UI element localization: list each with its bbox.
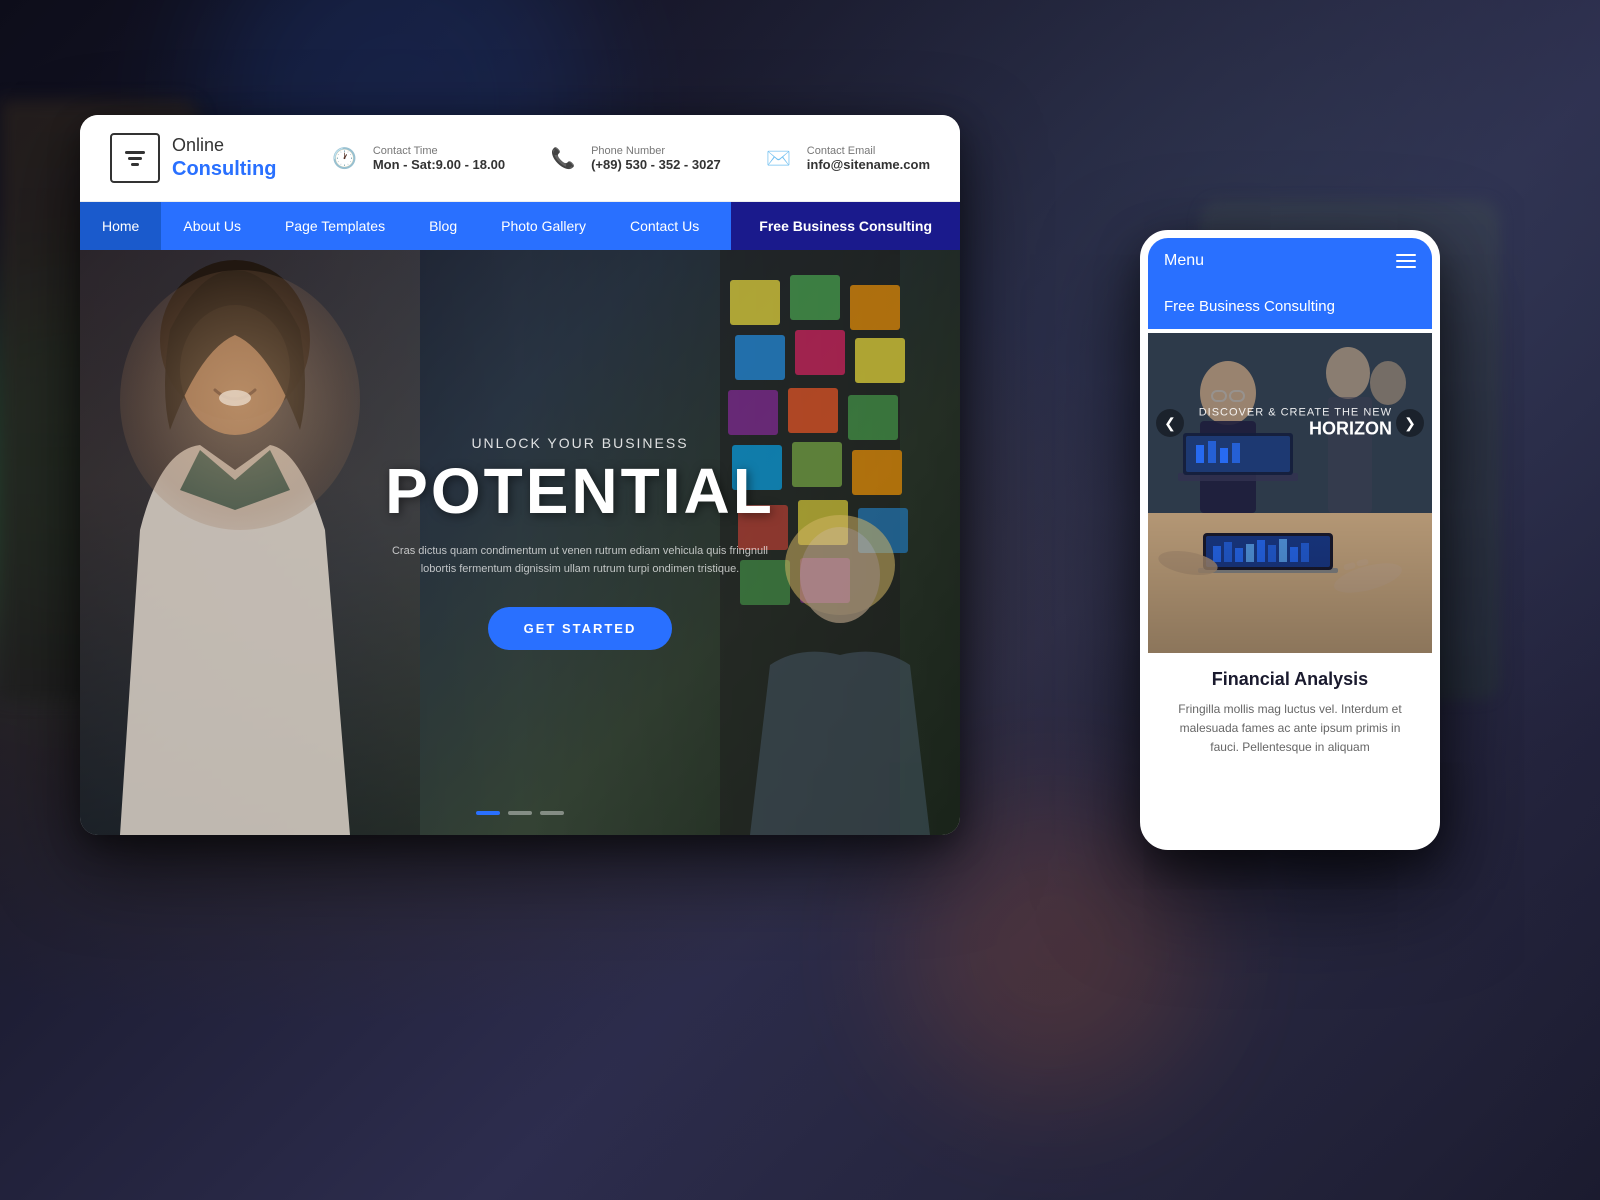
hero-subtitle: UNLOCK YOUR BUSINESS xyxy=(380,435,780,451)
contact-time-value: Mon - Sat:9.00 - 18.00 xyxy=(373,157,505,172)
hero-content: UNLOCK YOUR BUSINESS POTENTIAL Cras dict… xyxy=(380,435,780,649)
mobile-card-image xyxy=(1148,513,1432,653)
slider-horizon-text: HORIZON xyxy=(1199,419,1392,440)
email-text: Contact Email info@sitename.com xyxy=(807,145,930,172)
mobile-card: Financial Analysis Fringilla mollis mag … xyxy=(1148,513,1432,768)
hero-description: Cras dictus quam condimentum ut venen ru… xyxy=(380,543,780,578)
hamburger-icon[interactable] xyxy=(1396,254,1416,268)
email-item: ✉️ Contact Email info@sitename.com xyxy=(761,140,930,176)
phone-value: (+89) 530 - 352 - 3027 xyxy=(591,157,721,172)
phone-icon: 📞 xyxy=(545,140,581,176)
phone-label: Phone Number xyxy=(591,145,721,157)
email-value: info@sitename.com xyxy=(807,157,930,172)
chevron-right-icon: ❯ xyxy=(1404,415,1416,432)
hero-dot-3[interactable] xyxy=(540,811,564,815)
logo-text: Online Consulting xyxy=(172,135,276,181)
hamburger-line-2 xyxy=(1396,260,1416,262)
logo-name-part1: Online xyxy=(172,135,276,157)
mobile-cta-bar[interactable]: Free Business Consulting xyxy=(1148,284,1432,329)
card-description: Fringilla mollis mag luctus vel. Interdu… xyxy=(1164,700,1416,758)
mobile-nav-bar: Menu xyxy=(1148,238,1432,284)
hero-woman-figure xyxy=(80,250,420,835)
nav-item-templates[interactable]: Page Templates xyxy=(263,202,407,250)
wifi-bar-medium xyxy=(128,157,142,160)
wifi-bar-small xyxy=(131,163,139,166)
logo-icon xyxy=(110,133,160,183)
phone-item: 📞 Phone Number (+89) 530 - 352 - 3027 xyxy=(545,140,721,176)
nav-item-home[interactable]: Home xyxy=(80,202,161,250)
nav-item-contact[interactable]: Contact Us xyxy=(608,202,721,250)
nav-item-gallery[interactable]: Photo Gallery xyxy=(479,202,608,250)
slider-discover-text: DISCOVER & CREATE THE NEW xyxy=(1199,407,1392,419)
hero-section: UNLOCK YOUR BUSINESS POTENTIAL Cras dict… xyxy=(80,250,960,835)
nav-item-blog[interactable]: Blog xyxy=(407,202,479,250)
site-nav: Home About Us Page Templates Blog Photo … xyxy=(80,202,960,250)
phone-text: Phone Number (+89) 530 - 352 - 3027 xyxy=(591,145,721,172)
mobile-menu-label: Menu xyxy=(1164,252,1204,270)
slider-next-button[interactable]: ❯ xyxy=(1396,409,1424,437)
card-title: Financial Analysis xyxy=(1164,669,1416,690)
slider-prev-button[interactable]: ❮ xyxy=(1156,409,1184,437)
email-icon: ✉️ xyxy=(761,140,797,176)
hero-cta-button[interactable]: GET STARTED xyxy=(488,607,673,650)
nav-item-about[interactable]: About Us xyxy=(161,202,263,250)
woman-svg xyxy=(80,250,420,835)
logo-area: Online Consulting xyxy=(110,133,276,183)
hero-slider-dots xyxy=(476,811,564,815)
mobile-slider: DISCOVER & CREATE THE NEW HORIZON ❮ ❯ xyxy=(1148,333,1432,513)
mobile-slider-text: DISCOVER & CREATE THE NEW HORIZON xyxy=(1199,407,1392,440)
contact-time-label: Contact Time xyxy=(373,145,505,157)
hamburger-line-1 xyxy=(1396,254,1416,256)
contact-time-item: 🕐 Contact Time Mon - Sat:9.00 - 18.00 xyxy=(327,140,505,176)
hamburger-line-3 xyxy=(1396,266,1416,268)
site-header: Online Consulting 🕐 Contact Time Mon - S… xyxy=(80,115,960,202)
contact-time-text: Contact Time Mon - Sat:9.00 - 18.00 xyxy=(373,145,505,172)
hero-title: POTENTIAL xyxy=(380,459,780,523)
hero-dot-2[interactable] xyxy=(508,811,532,815)
desktop-mockup: Online Consulting 🕐 Contact Time Mon - S… xyxy=(80,115,960,835)
mobile-mockup: Menu Free Business Consulting xyxy=(1140,230,1440,850)
wifi-bar-large xyxy=(125,151,145,154)
clock-icon: 🕐 xyxy=(327,140,363,176)
nav-cta-button[interactable]: Free Business Consulting xyxy=(731,202,960,250)
card-image-svg xyxy=(1148,513,1432,653)
chevron-left-icon: ❮ xyxy=(1164,415,1176,432)
logo-name-part2: Consulting xyxy=(172,157,276,181)
email-label: Contact Email xyxy=(807,145,930,157)
hero-dot-1[interactable] xyxy=(476,811,500,815)
header-info: 🕐 Contact Time Mon - Sat:9.00 - 18.00 📞 … xyxy=(327,140,930,176)
mobile-card-body: Financial Analysis Fringilla mollis mag … xyxy=(1148,653,1432,768)
